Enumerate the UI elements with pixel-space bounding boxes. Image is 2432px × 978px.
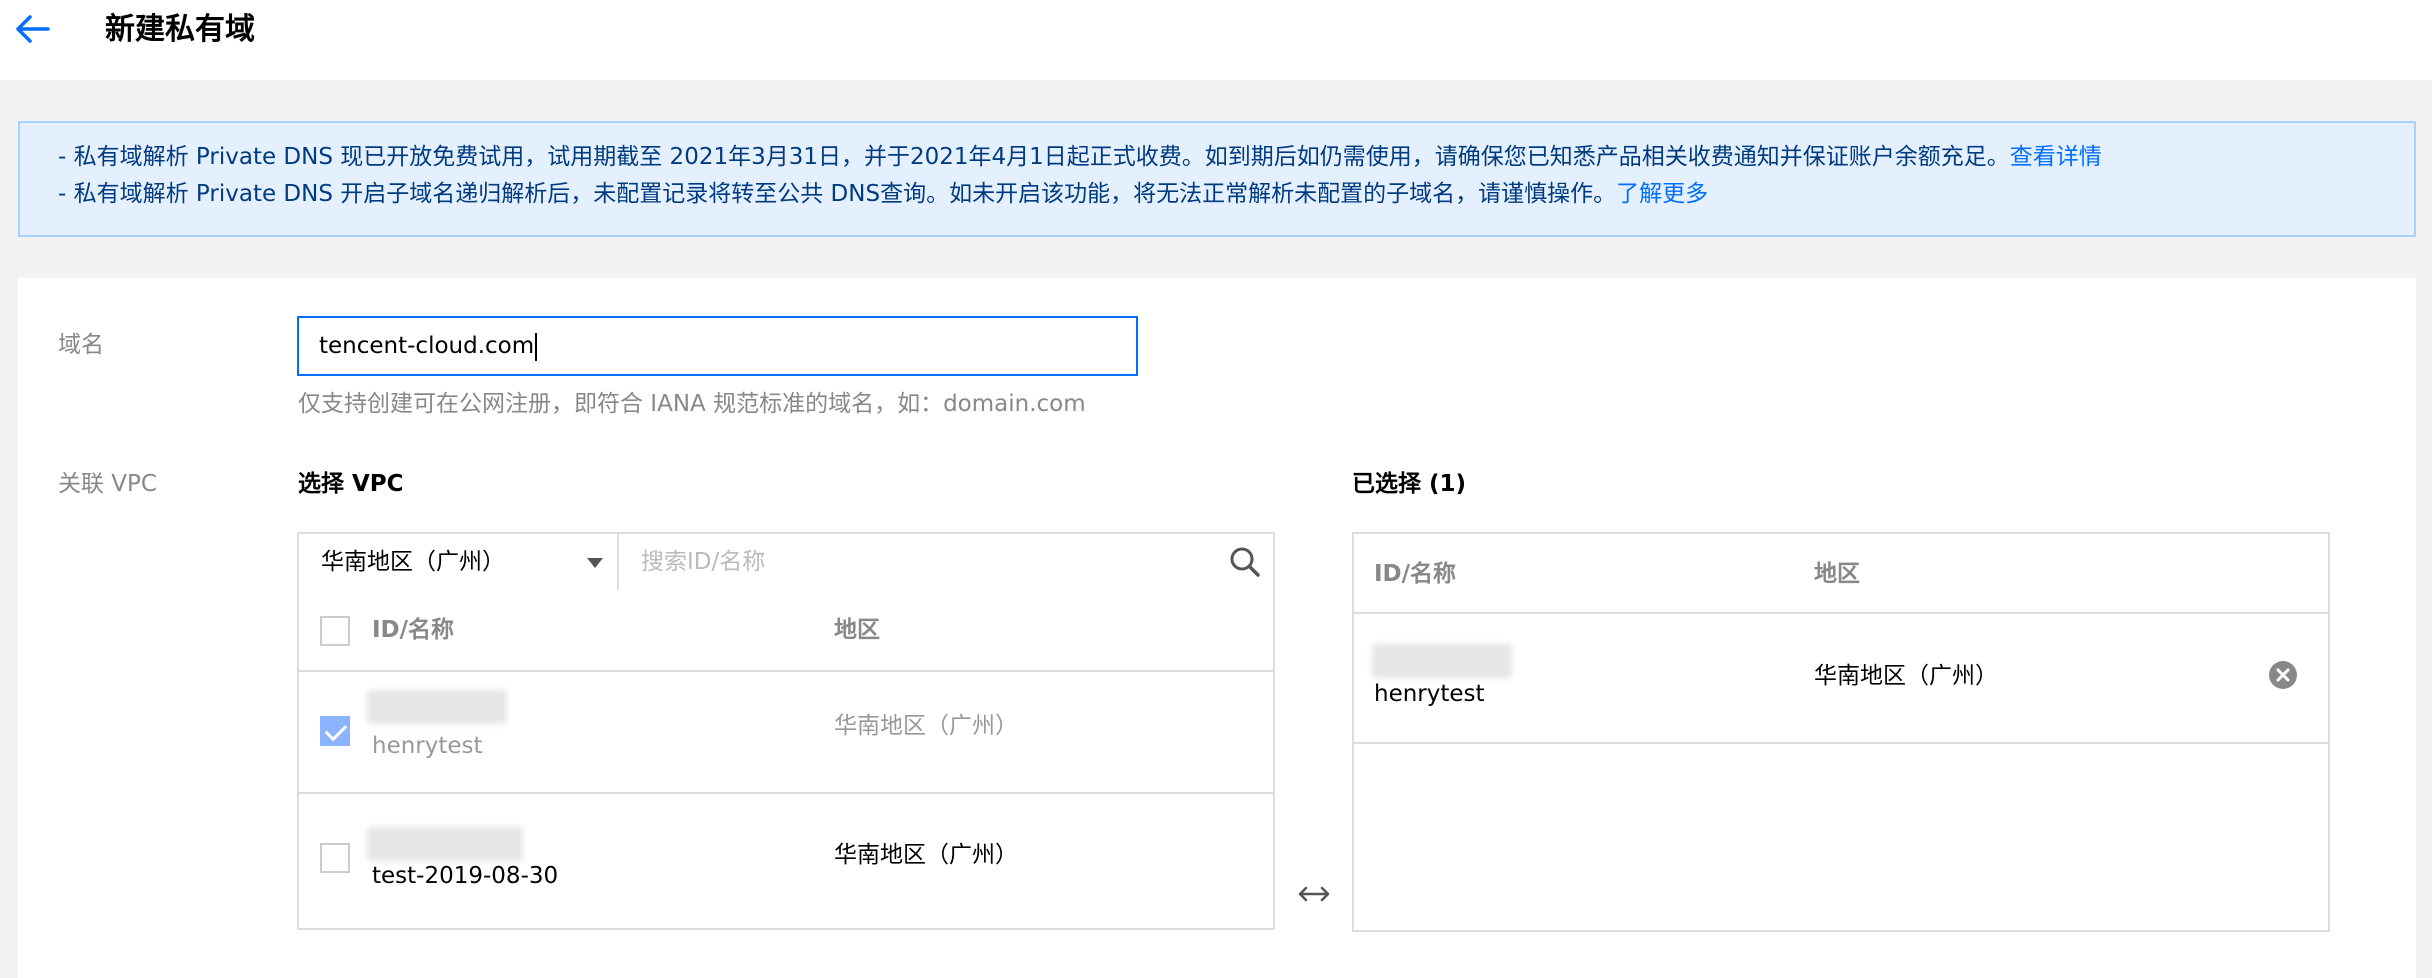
- selected-vpc-title: 已选择 (1): [1352, 471, 1467, 497]
- page-title: 新建私有域: [105, 12, 255, 47]
- domain-hint: 仅支持创建可在公网注册，即符合 IANA 规范标准的域名，如：domain.co…: [298, 391, 1086, 417]
- vpc-available-table: ID/名称 地区 henrytest 华南地区（广州） test-2019-08…: [297, 590, 1275, 930]
- redacted-vpc-id: [1372, 644, 1512, 678]
- row-checkbox-checked[interactable]: [320, 716, 350, 746]
- domain-label: 域名: [58, 332, 104, 358]
- vpc-name: henrytest: [372, 733, 483, 759]
- vpc-region: 华南地区（广州）: [1814, 663, 1998, 689]
- domain-input-value: tencent-cloud.com: [319, 333, 535, 359]
- notice-text-2: - 私有域解析 Private DNS 开启子域名递归解析后，未配置记录将转至公…: [58, 181, 1617, 207]
- table-divider: [1354, 742, 2328, 744]
- notice-text-1: - 私有域解析 Private DNS 现已开放免费试用，试用期截至 2021年…: [58, 144, 2010, 170]
- select-all-checkbox[interactable]: [320, 616, 350, 646]
- table-divider: [299, 670, 1273, 672]
- select-vpc-title: 选择 VPC: [298, 471, 404, 497]
- vpc-region: 华南地区（广州）: [834, 842, 1018, 868]
- text-caret: [535, 332, 538, 361]
- learn-more-link[interactable]: 了解更多: [1616, 181, 1708, 207]
- table-divider: [299, 792, 1273, 794]
- region-select[interactable]: 华南地区（广州）: [297, 532, 619, 592]
- close-circle-icon[interactable]: [2268, 660, 2298, 690]
- table-divider: [1354, 612, 2328, 614]
- vpc-selected-table: ID/名称 地区 henrytest 华南地区（广州）: [1352, 532, 2330, 932]
- search-icon[interactable]: [1229, 546, 1261, 578]
- notice-line-2: - 私有域解析 Private DNS 开启子域名递归解析后，未配置记录将转至公…: [58, 176, 2414, 213]
- domain-input[interactable]: tencent-cloud.com: [297, 316, 1138, 376]
- redacted-vpc-id: [367, 690, 507, 724]
- column-header-region: 地区: [834, 617, 880, 643]
- page-header: 新建私有域: [0, 0, 2432, 80]
- region-select-value: 华南地区（广州）: [321, 549, 505, 575]
- back-button[interactable]: [14, 12, 54, 46]
- column-header-region: 地区: [1814, 561, 1860, 587]
- redacted-vpc-id: [367, 827, 523, 861]
- vpc-search-input[interactable]: [641, 534, 1201, 590]
- chevron-down-icon: [587, 558, 603, 568]
- column-header-id-name: ID/名称: [1374, 561, 1457, 587]
- arrow-left-icon: [16, 15, 50, 43]
- view-details-link[interactable]: 查看详情: [2010, 144, 2102, 170]
- row-checkbox[interactable]: [320, 843, 350, 873]
- vpc-search-box: [617, 532, 1275, 592]
- vpc-region: 华南地区（广州）: [834, 713, 1018, 739]
- vpc-label: 关联 VPC: [58, 471, 157, 497]
- column-header-id-name: ID/名称: [372, 617, 455, 643]
- transfer-arrows-icon: [1298, 886, 1330, 902]
- vpc-name: henrytest: [1374, 681, 1485, 707]
- notice-banner: - 私有域解析 Private DNS 现已开放免费试用，试用期截至 2021年…: [18, 121, 2416, 237]
- vpc-name: test-2019-08-30: [372, 863, 559, 889]
- notice-line-1: - 私有域解析 Private DNS 现已开放免费试用，试用期截至 2021年…: [58, 139, 2414, 176]
